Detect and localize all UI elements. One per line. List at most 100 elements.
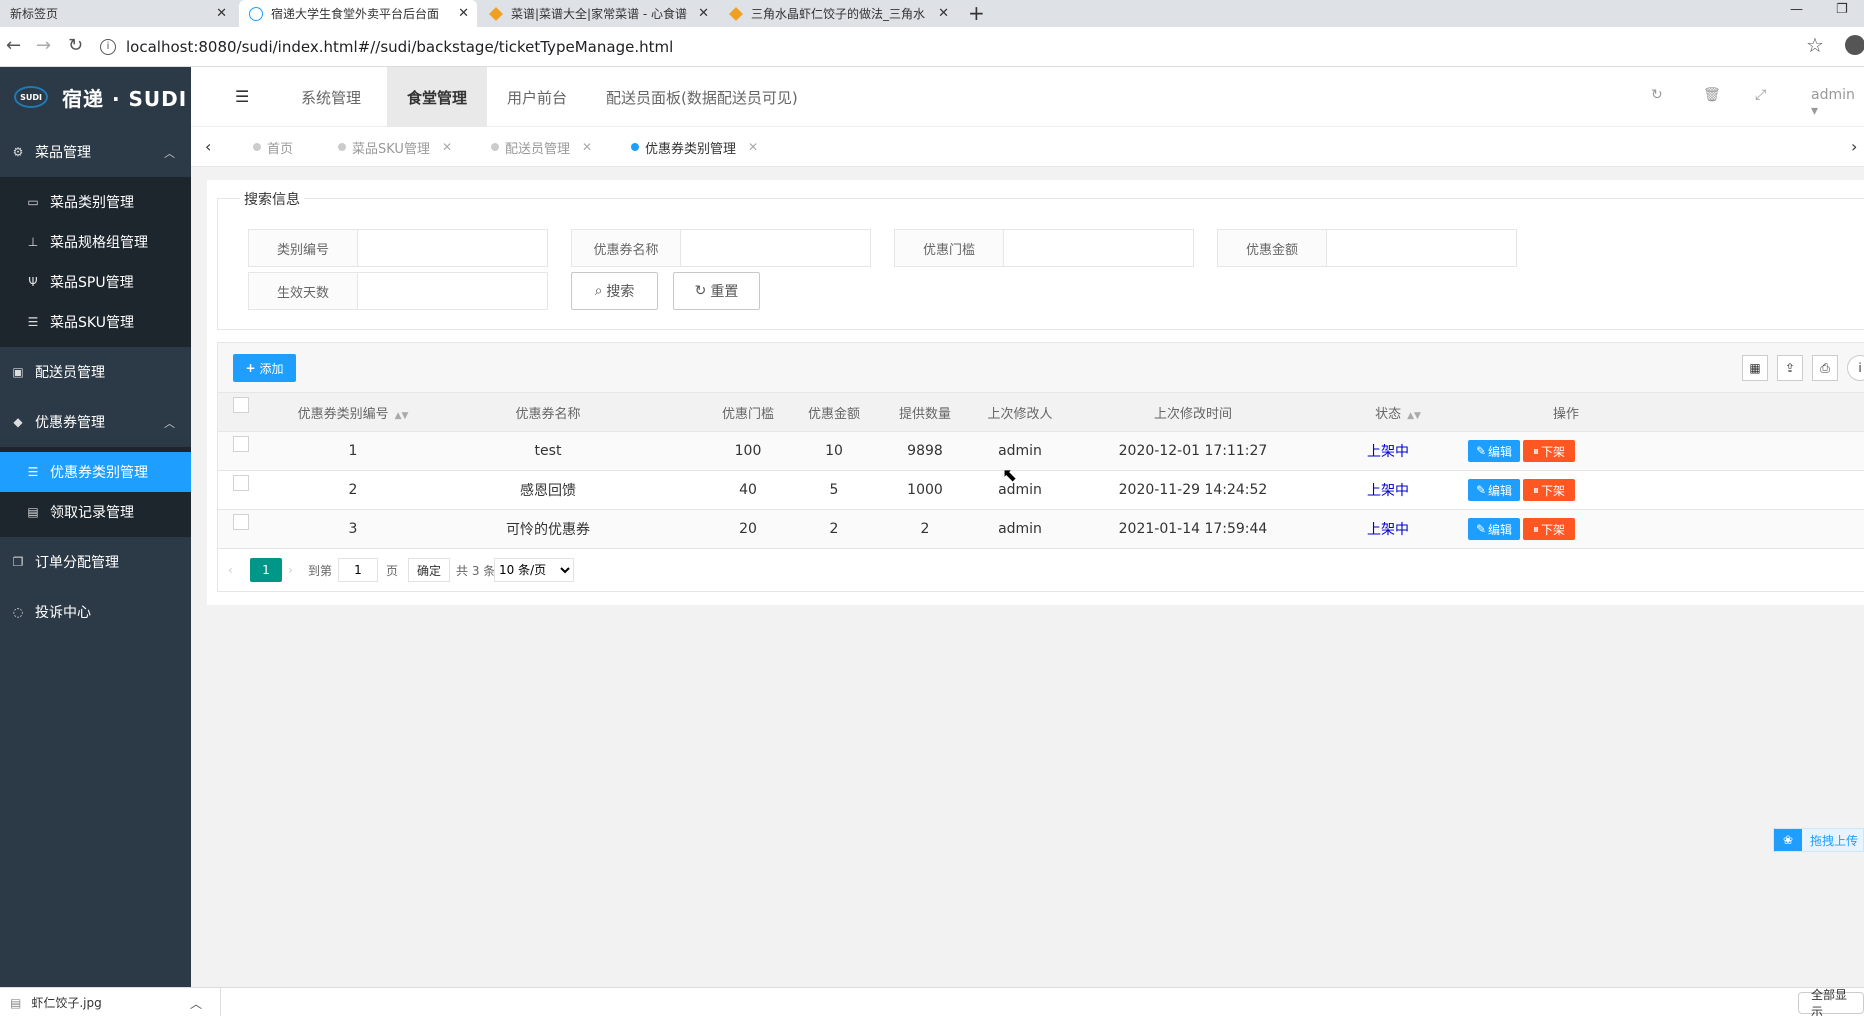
row-checkbox[interactable] (233, 514, 249, 530)
amount-input[interactable] (1327, 230, 1516, 266)
button-label: 添加 (259, 361, 284, 376)
page-tab-couriers[interactable]: 配送员管理 ✕ (491, 127, 592, 167)
prev-page-icon[interactable]: ‹ (228, 558, 233, 582)
bookmark-star-icon[interactable]: ☆ (1806, 33, 1824, 57)
goto-confirm-button[interactable]: 确定 (408, 558, 451, 582)
restore-icon[interactable]: ❐ (1836, 2, 1848, 17)
nav-system[interactable]: 系统管理 (281, 67, 381, 127)
reload-icon[interactable]: ↻ (68, 35, 83, 56)
off-shelf-button[interactable]: ⏸ 下架 (1523, 440, 1575, 462)
profile-avatar-icon[interactable] (1845, 35, 1864, 55)
type-id-input[interactable] (358, 230, 547, 266)
refresh-icon[interactable]: ↻ (1651, 87, 1663, 103)
off-shelf-button[interactable]: ⏸ 下架 (1523, 479, 1575, 501)
sidebar-group-coupons[interactable]: ◆ 优惠券管理 ︿ (0, 397, 191, 447)
menu-toggle-icon[interactable]: ☰ (235, 87, 249, 106)
button-label: 下架 (1541, 483, 1566, 498)
page-tab-coupon-type[interactable]: 优惠券类别管理 ✕ (631, 127, 758, 167)
trash-icon[interactable]: 🗑 (1703, 87, 1721, 103)
sidebar-group-dishes[interactable]: ⚙ 菜品管理 ︿ (0, 127, 191, 177)
next-page-icon[interactable]: › (288, 558, 293, 582)
close-icon[interactable]: ✕ (582, 140, 592, 154)
minimize-icon[interactable]: — (1790, 2, 1803, 17)
sort-icon[interactable]: ▲▼ (395, 411, 409, 421)
sidebar-item-label: 菜品类别管理 (50, 195, 134, 211)
reset-icon: ↻ (694, 283, 707, 299)
close-icon[interactable]: ✕ (442, 140, 452, 154)
sidebar-item-spu[interactable]: Ψ 菜品SPU管理 (0, 262, 191, 302)
list-icon: ☰ (27, 315, 39, 329)
sidebar-group-label: 投诉中心 (35, 605, 91, 621)
user-menu[interactable]: admin ▾ (1811, 87, 1864, 119)
search-fieldset: 搜索信息 类别编号 优惠券名称 优惠门槛 优惠金额 生效天数 ⌕ 搜索 ↻ 重置 (217, 189, 1864, 330)
threshold-input[interactable] (1004, 230, 1193, 266)
edit-button[interactable]: ✎ 编辑 (1468, 479, 1520, 501)
goto-page-input[interactable] (338, 558, 378, 582)
back-icon[interactable]: ← (6, 35, 21, 56)
field-label: 优惠金额 (1218, 230, 1327, 266)
page-tab-sku[interactable]: 菜品SKU管理 ✕ (338, 127, 452, 167)
cell-amount: 2 (829, 521, 839, 537)
page-tab-label: 优惠券类别管理 (645, 141, 737, 157)
chevron-left-icon[interactable]: ‹ (205, 137, 211, 156)
chevron-right-icon[interactable]: › (1851, 137, 1857, 156)
forward-icon[interactable]: → (36, 35, 51, 56)
chevron-up-icon[interactable]: ︿ (190, 995, 202, 1012)
row-checkbox[interactable] (233, 475, 249, 491)
nav-user-front[interactable]: 用户前台 (487, 67, 587, 127)
page-current[interactable]: 1 (250, 558, 282, 582)
table-row: 3 可怜的优惠券 20 2 2 admin 2021-01-14 17:59:4… (218, 510, 1864, 549)
drag-upload-widget[interactable]: ❀ 拖拽上传 (1773, 828, 1864, 852)
browser-tab-title: 新标签页 (10, 7, 59, 21)
col-id[interactable]: 优惠券类别编号 ▲▼ (278, 403, 428, 422)
browser-tab-sudi[interactable]: 宿递大学生食堂外卖平台后台面 ✕ (239, 0, 477, 27)
close-icon[interactable]: ✕ (748, 140, 758, 154)
row-checkbox[interactable] (233, 436, 249, 452)
fullscreen-icon[interactable]: ⤢ (1755, 87, 1766, 103)
sidebar-item-dish-category[interactable]: ▭ 菜品类别管理 (0, 182, 191, 222)
url-field[interactable]: i localhost:8080/sudi/index.html#//sudi/… (100, 32, 1800, 62)
close-icon[interactable]: ✕ (698, 6, 709, 21)
days-input[interactable] (358, 273, 547, 309)
off-shelf-button[interactable]: ⏸ 下架 (1523, 518, 1575, 540)
browser-tab-new[interactable]: 新标签页 ✕ (0, 0, 235, 27)
info-icon[interactable]: i (100, 39, 116, 55)
reset-button[interactable]: ↻ 重置 (673, 272, 760, 310)
select-all-checkbox[interactable] (233, 397, 249, 413)
page-tab-home[interactable]: 首页 (253, 127, 293, 167)
chat-icon: ◌ (12, 605, 24, 619)
sidebar-item-claim-records[interactable]: ▤ 领取记录管理 (0, 492, 191, 532)
browser-tab-recipes[interactable]: 菜谱|菜谱大全|家常菜谱 - 心食谱 ✕ (479, 0, 717, 27)
nav-courier-panel[interactable]: 配送员面板(数据配送员可见) (586, 67, 818, 127)
sidebar-group-complaints[interactable]: ◌ 投诉中心 (0, 587, 191, 637)
col-status[interactable]: 状态 ▲▼ (1358, 403, 1438, 422)
print-icon[interactable]: ⎙ (1812, 355, 1838, 381)
new-tab-icon[interactable]: + (968, 1, 985, 25)
page-tabs: ‹ 首页 菜品SKU管理 ✕ 配送员管理 ✕ 优惠券类别管理 ✕ › (191, 127, 1864, 167)
tab-dot (631, 143, 639, 151)
export-icon[interactable]: ⇪ (1777, 355, 1803, 381)
sidebar-group-order-assign[interactable]: ❐ 订单分配管理 (0, 537, 191, 587)
sort-icon[interactable]: ▲▼ (1407, 411, 1421, 421)
info-icon[interactable]: i (1847, 355, 1864, 381)
coupon-name-input[interactable] (681, 230, 870, 266)
edit-button[interactable]: ✎ 编辑 (1468, 518, 1520, 540)
columns-icon[interactable]: ▦ (1742, 355, 1768, 381)
add-button[interactable]: + 添加 (233, 354, 296, 382)
browser-tab-dumplings[interactable]: 三角水晶虾仁饺子的做法_三角水 ✕ (719, 0, 957, 27)
page-size-select[interactable]: 10 条/页 (494, 558, 574, 582)
edit-button[interactable]: ✎ 编辑 (1468, 440, 1520, 462)
close-icon[interactable]: ✕ (216, 6, 227, 21)
sidebar-item-spec-group[interactable]: ⊥ 菜品规格组管理 (0, 222, 191, 262)
sidebar-group-couriers[interactable]: ▣ 配送员管理 (0, 347, 191, 397)
sidebar-item-coupon-type[interactable]: ☰ 优惠券类别管理 (0, 452, 191, 492)
search-button[interactable]: ⌕ 搜索 (571, 272, 658, 310)
download-item[interactable]: ▤ 虾仁饺子.jpg (10, 988, 102, 1016)
close-icon[interactable]: ✕ (458, 6, 469, 21)
close-icon[interactable]: ✕ (938, 6, 949, 21)
cell-status: 上架中 (1367, 483, 1409, 499)
sidebar-item-label: 优惠券类别管理 (50, 465, 148, 481)
nav-canteen[interactable]: 食堂管理 (387, 67, 488, 127)
sidebar-item-sku[interactable]: ☰ 菜品SKU管理 (0, 302, 191, 342)
show-all-button[interactable]: 全部显示 (1798, 988, 1864, 1016)
